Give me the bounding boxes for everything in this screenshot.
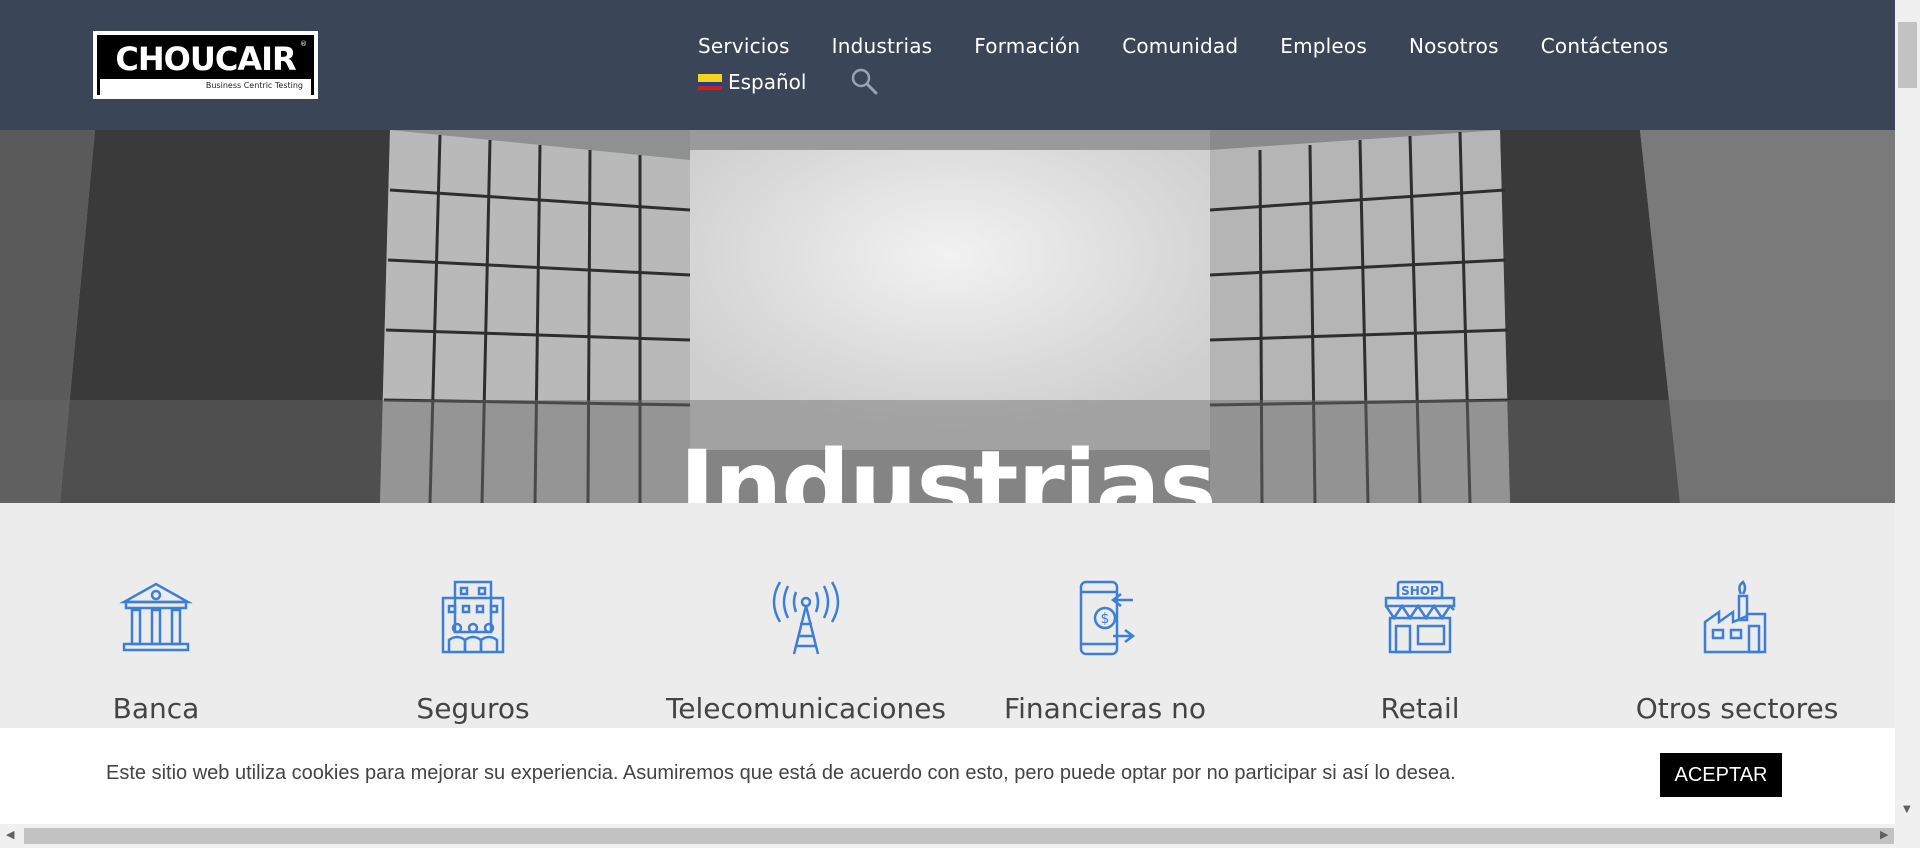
language-label: Español [728,70,807,94]
shop-icon: SHOP [1384,580,1456,654]
nav-empleos[interactable]: Empleos [1280,34,1367,58]
horizontal-scroll-thumb[interactable] [24,828,1894,844]
nav-comunidad[interactable]: Comunidad [1122,34,1238,58]
antenna-tower-icon [772,581,840,655]
mobile-payment-icon: $ [1079,580,1136,656]
nav-formacion[interactable]: Formación [974,34,1080,58]
hero-banner: Industrias [0,130,1895,503]
hero-title: Industrias [679,430,1216,503]
scroll-left-arrow-icon[interactable]: ◀ [6,828,14,841]
industry-label: Otros sectores [1635,692,1839,725]
vertical-scrollbar[interactable]: ▼ [1895,0,1920,824]
logo-wordmark: CHOUCAIR [115,40,296,78]
cookie-banner: Este sitio web utiliza cookies para mejo… [0,728,1895,824]
cookie-message: Este sitio web utiliza cookies para mejo… [106,762,1456,784]
industry-label: Financieras no [1004,692,1206,725]
nav-contactenos[interactable]: Contáctenos [1541,34,1669,58]
industry-financieras[interactable]: $ Financieras no [955,578,1255,725]
vertical-scroll-thumb[interactable] [1898,22,1917,88]
industries-section: Banca Seguros Telecomunicaciones $ Finan… [0,503,1895,728]
industry-otros-sectores[interactable]: Otros sectores [1587,578,1887,725]
nav-industrias[interactable]: Industrias [832,34,933,58]
industry-telecomunicaciones[interactable]: Telecomunicaciones [656,578,956,725]
choucair-logo[interactable]: CHOUCAIR ® Business Centric Testing [93,31,318,99]
nav-servicios[interactable]: Servicios [698,34,790,58]
insurance-building-icon [441,580,505,654]
horizontal-scrollbar[interactable]: ◀ ▶ [0,824,1920,848]
search-icon[interactable] [850,67,878,95]
scroll-right-arrow-icon[interactable]: ▶ [1880,828,1888,841]
colombia-flag-icon [698,74,722,90]
logo-tagline: Business Centric Testing [100,77,311,95]
main-nav: Servicios Industrias Formación Comunidad… [698,34,1668,58]
nav-nosotros[interactable]: Nosotros [1409,34,1499,58]
language-selector[interactable]: Español [698,70,806,94]
scroll-down-arrow-icon[interactable]: ▼ [1903,804,1911,815]
industry-banca[interactable]: Banca [6,578,306,725]
factory-icon [1703,580,1767,654]
industry-seguros[interactable]: Seguros [323,578,623,725]
bank-icon [119,582,193,652]
industry-label: Banca [112,692,200,725]
svg-text:$: $ [1101,611,1110,627]
industry-retail[interactable]: SHOP Retail [1270,578,1570,725]
industry-label: Telecomunicaciones [665,692,947,725]
industry-label: Seguros [416,692,530,725]
site-header: CHOUCAIR ® Business Centric Testing Serv… [0,0,1895,130]
accept-cookies-button[interactable]: ACEPTAR [1660,753,1782,797]
industry-label: Retail [1380,692,1460,725]
svg-text:SHOP: SHOP [1401,584,1439,598]
